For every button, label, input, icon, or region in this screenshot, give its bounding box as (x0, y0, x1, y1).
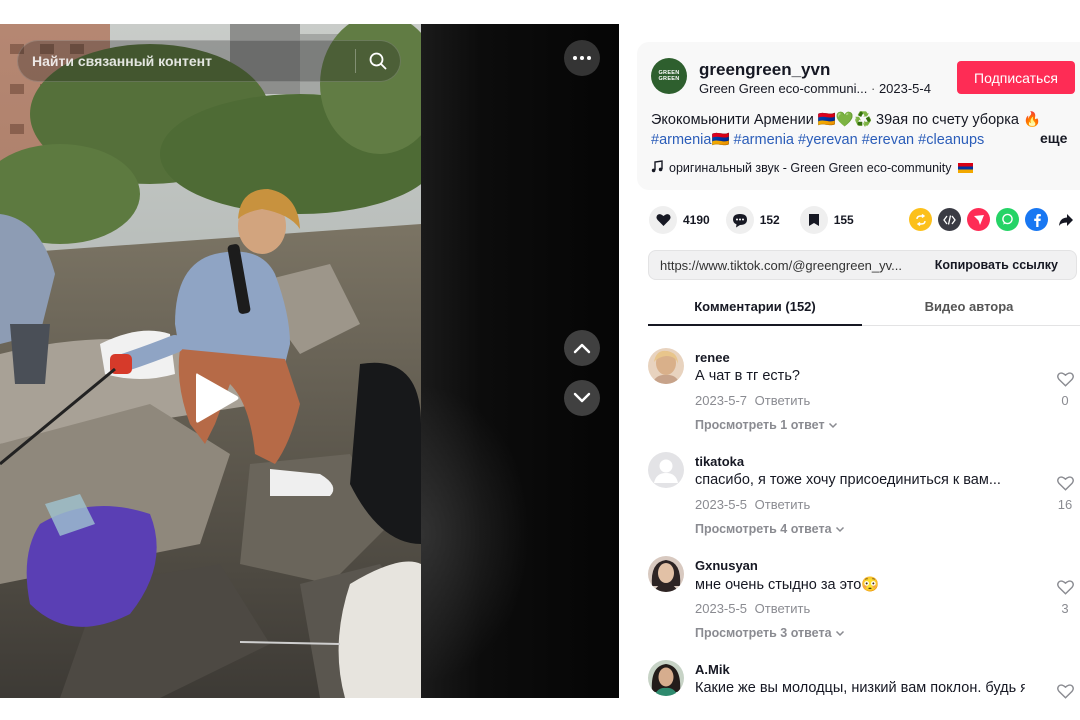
comment-username[interactable]: A.Mik (695, 662, 730, 677)
share-icons (909, 208, 1077, 231)
post-actions: 4190 152 155 (649, 206, 874, 234)
post-info-card: GREEN GREEN greengreen_yvn Green Green e… (637, 42, 1080, 190)
comment-username[interactable]: tikatoka (695, 454, 744, 469)
video-player[interactable] (0, 24, 619, 698)
comment-meta: 2023-5-7 Ответить (695, 393, 810, 408)
reply-button[interactable]: Ответить (755, 497, 811, 512)
chevron-down-icon[interactable] (564, 380, 600, 416)
view-replies-button[interactable]: Просмотреть 4 ответа (695, 522, 845, 536)
hashtag-link[interactable]: #armenia🇦🇲 (651, 132, 730, 148)
video-frame (0, 24, 421, 698)
hashtag-link[interactable]: #cleanups (918, 132, 984, 148)
copy-link-button[interactable]: Копировать ссылку (921, 258, 1076, 272)
author-avatar[interactable]: GREEN GREEN (651, 58, 687, 94)
comment-username[interactable]: Gxnusyan (695, 558, 758, 573)
facebook-icon[interactable] (1025, 208, 1048, 231)
post-description: Экокомьюнити Армении 🇦🇲💚♻️ 39ая по счету… (651, 110, 1051, 150)
comment-meta: 2023-5-5 Ответить (695, 601, 810, 616)
author-username[interactable]: greengreen_yvn (699, 60, 830, 80)
author-nickname-line: Green Green eco-communi... · 2023-5-4 (699, 81, 931, 96)
search-icon[interactable] (356, 41, 400, 81)
related-search-input[interactable] (18, 41, 355, 81)
repost-icon[interactable] (909, 208, 932, 231)
hashtag-link[interactable]: #armenia (734, 132, 794, 148)
copy-link-box: https://www.tiktok.com/@greengreen_yv...… (648, 250, 1077, 280)
hashtag-link[interactable]: #yerevan (798, 132, 858, 148)
comment-button[interactable]: 152 (725, 206, 784, 234)
comment-date: 2023-5-7 (695, 393, 748, 408)
view-replies-button[interactable]: Просмотреть 3 ответа (695, 626, 845, 640)
embed-icon[interactable] (938, 208, 961, 231)
comment-count: 152 (759, 213, 780, 227)
avatar[interactable] (648, 348, 684, 384)
view-replies-label: Просмотреть 4 ответа (695, 522, 832, 536)
comment-username[interactable]: renee (695, 350, 730, 365)
comment-text: спасибо, я тоже хочу присоединиться к ва… (695, 472, 1001, 488)
comment-text: А чат в тг есть? (695, 368, 800, 384)
comment-meta: 2023-5-5 Ответить (695, 497, 810, 512)
tab-author-videos[interactable]: Видео автора (862, 288, 1076, 325)
avatar[interactable] (648, 452, 684, 488)
chevron-up-icon[interactable] (564, 330, 600, 366)
panel-tabs: Комментарии (152) Видео автора (648, 288, 1080, 326)
comment-text: Какие же вы молодцы, низкий вам поклон. … (695, 680, 1025, 696)
heart-icon (649, 206, 677, 234)
details-panel: GREEN GREEN greengreen_yvn Green Green e… (619, 0, 1080, 720)
reply-button[interactable]: Ответить (755, 601, 811, 616)
comment-like-count: 0 (1061, 393, 1069, 408)
heart-outline-icon[interactable] (1056, 476, 1074, 496)
chevron-down-icon (835, 626, 845, 640)
music-link[interactable]: оригинальный звук - Green Green eco-comm… (651, 160, 973, 176)
view-replies-label: Просмотреть 1 ответ (695, 418, 825, 432)
music-note-icon (651, 160, 663, 176)
video-link-text[interactable]: https://www.tiktok.com/@greengreen_yv... (649, 258, 921, 273)
view-replies-button[interactable]: Просмотреть 1 ответ (695, 418, 838, 432)
comment-bubble-icon (725, 206, 754, 234)
description-text: Экокомьюнити Армении 🇦🇲💚♻️ 39ая по счету… (651, 112, 1042, 128)
save-button[interactable]: 155 (799, 206, 858, 234)
play-icon[interactable] (188, 370, 244, 426)
author-nickname[interactable]: Green Green eco-communi... (699, 81, 867, 96)
music-title: оригинальный звук - Green Green eco-comm… (669, 161, 952, 175)
share-arrow-icon[interactable] (1054, 208, 1077, 231)
comment-date: 2023-5-5 (695, 601, 748, 616)
send-icon[interactable] (967, 208, 990, 231)
heart-outline-icon[interactable] (1056, 372, 1074, 392)
bookmark-icon (799, 206, 828, 234)
armenia-flag-icon (957, 163, 973, 173)
like-count: 4190 (683, 213, 710, 227)
avatar[interactable] (648, 556, 684, 592)
tab-comments[interactable]: Комментарии (152) (648, 288, 862, 326)
hashtag-link[interactable]: #erevan (862, 132, 914, 148)
heart-outline-icon[interactable] (1056, 684, 1074, 704)
reply-button[interactable]: Ответить (755, 393, 811, 408)
avatar[interactable] (648, 660, 684, 696)
chevron-down-icon (828, 418, 838, 432)
comment-date: 2023-5-5 (695, 497, 748, 512)
avatar-text-line2: GREEN (658, 76, 680, 82)
description-more-link[interactable]: еще (1040, 130, 1067, 146)
more-dots-icon[interactable] (564, 40, 600, 76)
comment-like-count: 16 (1057, 497, 1073, 512)
tiktok-video-page: GREEN GREEN greengreen_yvn Green Green e… (0, 0, 1080, 720)
view-replies-label: Просмотреть 3 ответа (695, 626, 832, 640)
comment-text: мне очень стыдно за это😳 (695, 577, 880, 593)
separator-dot: · (870, 81, 879, 96)
post-date: 2023-5-4 (878, 81, 931, 96)
follow-button[interactable]: Подписаться (957, 61, 1075, 94)
comment-like-count: 3 (1061, 601, 1069, 616)
save-count: 155 (833, 213, 854, 227)
heart-outline-icon[interactable] (1056, 580, 1074, 600)
related-search-bar[interactable] (17, 40, 401, 82)
whatsapp-icon[interactable] (996, 208, 1019, 231)
like-button[interactable]: 4190 (649, 206, 710, 234)
chevron-down-icon (835, 522, 845, 536)
